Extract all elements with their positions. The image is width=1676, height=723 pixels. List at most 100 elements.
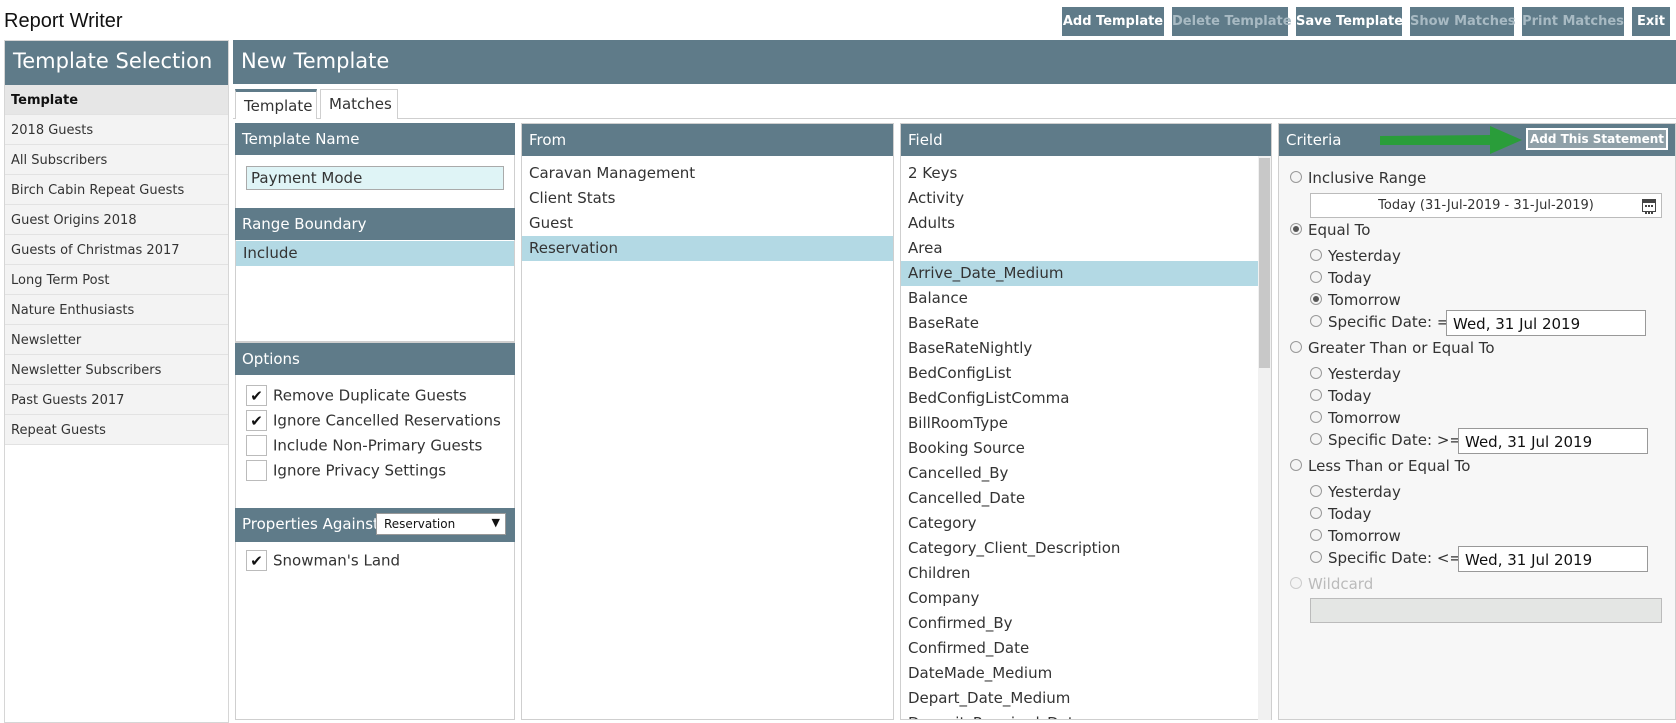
field-item[interactable]: BedConfigList xyxy=(901,361,1258,386)
field-item[interactable]: 2 Keys xyxy=(901,161,1258,186)
sidebar-item-repeat-guests[interactable]: Repeat Guests xyxy=(5,415,228,445)
radio-button[interactable] xyxy=(1310,410,1322,423)
radio-button[interactable] xyxy=(1310,550,1322,563)
radio-button[interactable] xyxy=(1310,248,1322,261)
equal-specific-date[interactable]: Specific Date: = xyxy=(1310,313,1449,333)
sidebar-item-template[interactable]: Template xyxy=(5,85,228,115)
field-item[interactable]: BaseRateNightly xyxy=(901,336,1258,361)
radio-button[interactable] xyxy=(1310,388,1322,401)
sidebar-item-nature-enthusiasts[interactable]: Nature Enthusiasts xyxy=(5,295,228,325)
calendar-icon[interactable] xyxy=(1642,199,1656,214)
exit-button[interactable]: Exit xyxy=(1630,5,1672,38)
radio-button[interactable] xyxy=(1290,576,1302,589)
radio-button[interactable] xyxy=(1310,484,1322,497)
field-item[interactable]: Confirmed_Date xyxy=(901,636,1258,661)
field-item[interactable]: Category_Client_Description xyxy=(901,536,1258,561)
radio-button[interactable] xyxy=(1310,292,1322,305)
from-item-reservation[interactable]: Reservation xyxy=(522,236,893,261)
check-icon[interactable]: ✔ xyxy=(246,550,267,571)
field-item[interactable]: Category xyxy=(901,511,1258,536)
date-range-input[interactable]: Today (31-Jul-2019 - 31-Jul-2019) xyxy=(1310,193,1662,218)
range-boundary-include[interactable]: Include xyxy=(236,241,514,266)
sidebar-item-christmas-2017[interactable]: Guests of Christmas 2017 xyxy=(5,235,228,265)
criteria-equal-to[interactable]: Equal To xyxy=(1290,221,1370,241)
field-item[interactable]: Deposit_Required_Dat xyxy=(901,711,1258,719)
tab-matches[interactable]: Matches xyxy=(320,89,398,119)
sidebar-item-past-guests-2017[interactable]: Past Guests 2017 xyxy=(5,385,228,415)
equal-today[interactable]: Today xyxy=(1310,269,1371,289)
field-item[interactable]: Depart_Date_Medium xyxy=(901,686,1258,711)
field-item[interactable]: Booking Source xyxy=(901,436,1258,461)
radio-button[interactable] xyxy=(1310,432,1322,445)
radio-button[interactable] xyxy=(1310,314,1322,327)
sidebar-item-newsletter[interactable]: Newsletter xyxy=(5,325,228,355)
equal-yesterday[interactable]: Yesterday xyxy=(1310,247,1401,267)
option-remove-duplicate-guests[interactable]: ✔ Remove Duplicate Guests xyxy=(246,385,467,407)
sidebar-item-birch-cabin[interactable]: Birch Cabin Repeat Guests xyxy=(5,175,228,205)
check-icon[interactable]: ✔ xyxy=(246,385,267,406)
add-this-statement-button[interactable]: Add This Statement xyxy=(1526,128,1668,150)
radio-button[interactable] xyxy=(1310,506,1322,519)
ge-tomorrow[interactable]: Tomorrow xyxy=(1310,409,1401,429)
field-item[interactable]: BedConfigListComma xyxy=(901,386,1258,411)
radio-button[interactable] xyxy=(1310,270,1322,283)
field-item[interactable]: DateMade_Medium xyxy=(901,661,1258,686)
wildcard-input[interactable] xyxy=(1310,598,1662,623)
specific-date-le-input[interactable]: Wed, 31 Jul 2019 xyxy=(1458,546,1648,572)
option-include-non-primary[interactable]: Include Non-Primary Guests xyxy=(246,435,482,457)
add-template-button[interactable]: Add Template xyxy=(1060,5,1166,38)
criteria-greater-equal[interactable]: Greater Than or Equal To xyxy=(1290,339,1495,359)
field-item[interactable]: BaseRate xyxy=(901,311,1258,336)
field-item[interactable]: Confirmed_By xyxy=(901,611,1258,636)
field-item[interactable]: BillRoomType xyxy=(901,411,1258,436)
sidebar-item-newsletter-subscribers[interactable]: Newsletter Subscribers xyxy=(5,355,228,385)
field-item[interactable]: Adults xyxy=(901,211,1258,236)
from-item-guest[interactable]: Guest xyxy=(522,211,893,236)
field-scrollbar-thumb[interactable] xyxy=(1259,158,1270,368)
criteria-inclusive-range[interactable]: Inclusive Range xyxy=(1290,169,1426,189)
empty-checkbox[interactable] xyxy=(246,435,267,456)
radio-button[interactable] xyxy=(1290,340,1302,353)
field-item-selected[interactable]: Arrive_Date_Medium xyxy=(901,261,1258,286)
radio-button[interactable] xyxy=(1290,170,1302,183)
print-matches-button[interactable]: Print Matches xyxy=(1520,5,1626,38)
sidebar-item-all-subscribers[interactable]: All Subscribers xyxy=(5,145,228,175)
equal-tomorrow[interactable]: Tomorrow xyxy=(1310,291,1401,311)
empty-checkbox[interactable] xyxy=(246,460,267,481)
sidebar-item-long-term-post[interactable]: Long Term Post xyxy=(5,265,228,295)
field-item[interactable]: Children xyxy=(901,561,1258,586)
check-icon[interactable]: ✔ xyxy=(246,410,267,431)
tab-template[interactable]: Template xyxy=(235,89,317,119)
field-item[interactable]: Cancelled_Date xyxy=(901,486,1258,511)
le-tomorrow[interactable]: Tomorrow xyxy=(1310,527,1401,547)
specific-date-eq-input[interactable]: Wed, 31 Jul 2019 xyxy=(1446,310,1646,336)
radio-button[interactable] xyxy=(1310,366,1322,379)
save-template-button[interactable]: Save Template xyxy=(1294,5,1404,38)
field-item[interactable]: Area xyxy=(901,236,1258,261)
le-specific-date[interactable]: Specific Date: <= xyxy=(1310,549,1462,569)
radio-button[interactable] xyxy=(1290,458,1302,471)
template-name-input[interactable] xyxy=(246,166,504,190)
le-yesterday[interactable]: Yesterday xyxy=(1310,483,1401,503)
ge-yesterday[interactable]: Yesterday xyxy=(1310,365,1401,385)
le-today[interactable]: Today xyxy=(1310,505,1371,525)
radio-button[interactable] xyxy=(1290,222,1302,235)
properties-against-select[interactable]: Reservation ▼ xyxy=(376,513,506,535)
ge-today[interactable]: Today xyxy=(1310,387,1371,407)
show-matches-button[interactable]: Show Matches xyxy=(1408,5,1516,38)
from-item-caravan-management[interactable]: Caravan Management xyxy=(522,161,893,186)
sidebar-item-guest-origins[interactable]: Guest Origins 2018 xyxy=(5,205,228,235)
criteria-wildcard[interactable]: Wildcard xyxy=(1290,575,1373,595)
field-item[interactable]: Cancelled_By xyxy=(901,461,1258,486)
ge-specific-date[interactable]: Specific Date: >= xyxy=(1310,431,1462,451)
option-ignore-cancelled[interactable]: ✔ Ignore Cancelled Reservations xyxy=(246,410,501,432)
from-item-client-stats[interactable]: Client Stats xyxy=(522,186,893,211)
delete-template-button[interactable]: Delete Template xyxy=(1170,5,1292,38)
property-snowmans-land[interactable]: ✔ Snowman's Land xyxy=(246,550,400,572)
criteria-less-equal[interactable]: Less Than or Equal To xyxy=(1290,457,1470,477)
field-item[interactable]: Balance xyxy=(901,286,1258,311)
sidebar-item-2018-guests[interactable]: 2018 Guests xyxy=(5,115,228,145)
field-item[interactable]: Activity xyxy=(901,186,1258,211)
option-ignore-privacy[interactable]: Ignore Privacy Settings xyxy=(246,460,446,482)
specific-date-ge-input[interactable]: Wed, 31 Jul 2019 xyxy=(1458,428,1648,454)
